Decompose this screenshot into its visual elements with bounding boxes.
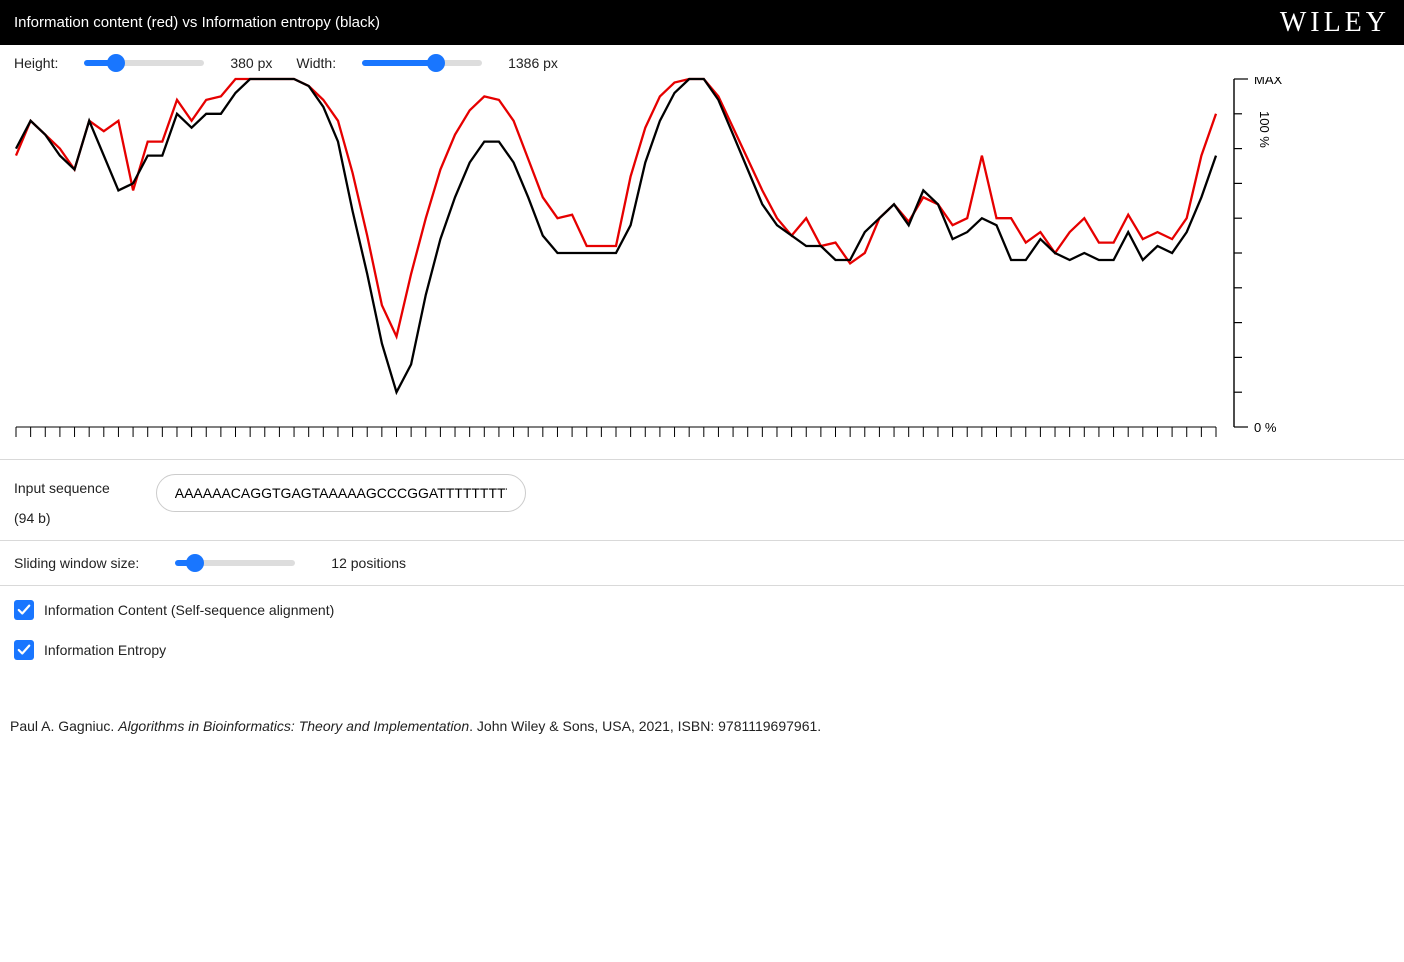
checkbox-ic-label: Information Content (Self-sequence align… <box>44 602 334 618</box>
checkmark-icon <box>17 643 31 657</box>
height-value: 380 px <box>230 55 272 71</box>
title-bar: Information content (red) vs Information… <box>0 0 1404 45</box>
checkbox-information-entropy[interactable] <box>14 640 34 660</box>
checkmark-icon <box>17 603 31 617</box>
chart-svg: MAX 100 % 0 % <box>14 77 1386 445</box>
checkbox-information-content[interactable] <box>14 600 34 620</box>
height-slider[interactable] <box>84 60 204 66</box>
citation-author: Paul A. Gagniuc. <box>10 718 118 734</box>
window-value: 12 positions <box>331 555 406 571</box>
window-section: Sliding window size: 12 positions <box>0 541 1404 586</box>
brand-logo: WILEY <box>1280 7 1390 39</box>
width-slider[interactable] <box>362 60 482 66</box>
citation-title: Algorithms in Bioinformatics: Theory and… <box>118 718 469 734</box>
width-label: Width: <box>296 55 336 71</box>
height-label: Height: <box>14 55 58 71</box>
svg-text:MAX: MAX <box>1254 77 1283 87</box>
citation: Paul A. Gagniuc. Algorithms in Bioinform… <box>0 694 1404 758</box>
width-value: 1386 px <box>508 55 558 71</box>
checkbox-section: Information Content (Self-sequence align… <box>0 586 1404 694</box>
citation-rest: . John Wiley & Sons, USA, 2021, ISBN: 97… <box>469 718 821 734</box>
checkbox-ie-label: Information Entropy <box>44 642 166 658</box>
window-slider[interactable] <box>175 560 295 566</box>
svg-text:0 %: 0 % <box>1254 420 1277 435</box>
sequence-length-label: (94 b) <box>14 510 110 526</box>
window-label: Sliding window size: <box>14 555 139 571</box>
sequence-input[interactable] <box>156 474 526 512</box>
dimension-controls: Height: 380 px Width: 1386 px <box>0 45 1404 71</box>
sequence-section: Input sequence (94 b) <box>0 460 1404 541</box>
page-title: Information content (red) vs Information… <box>14 14 380 31</box>
svg-text:100 %: 100 % <box>1257 111 1272 148</box>
sequence-label: Input sequence <box>14 480 110 496</box>
chart-area: MAX 100 % 0 % <box>0 71 1404 460</box>
